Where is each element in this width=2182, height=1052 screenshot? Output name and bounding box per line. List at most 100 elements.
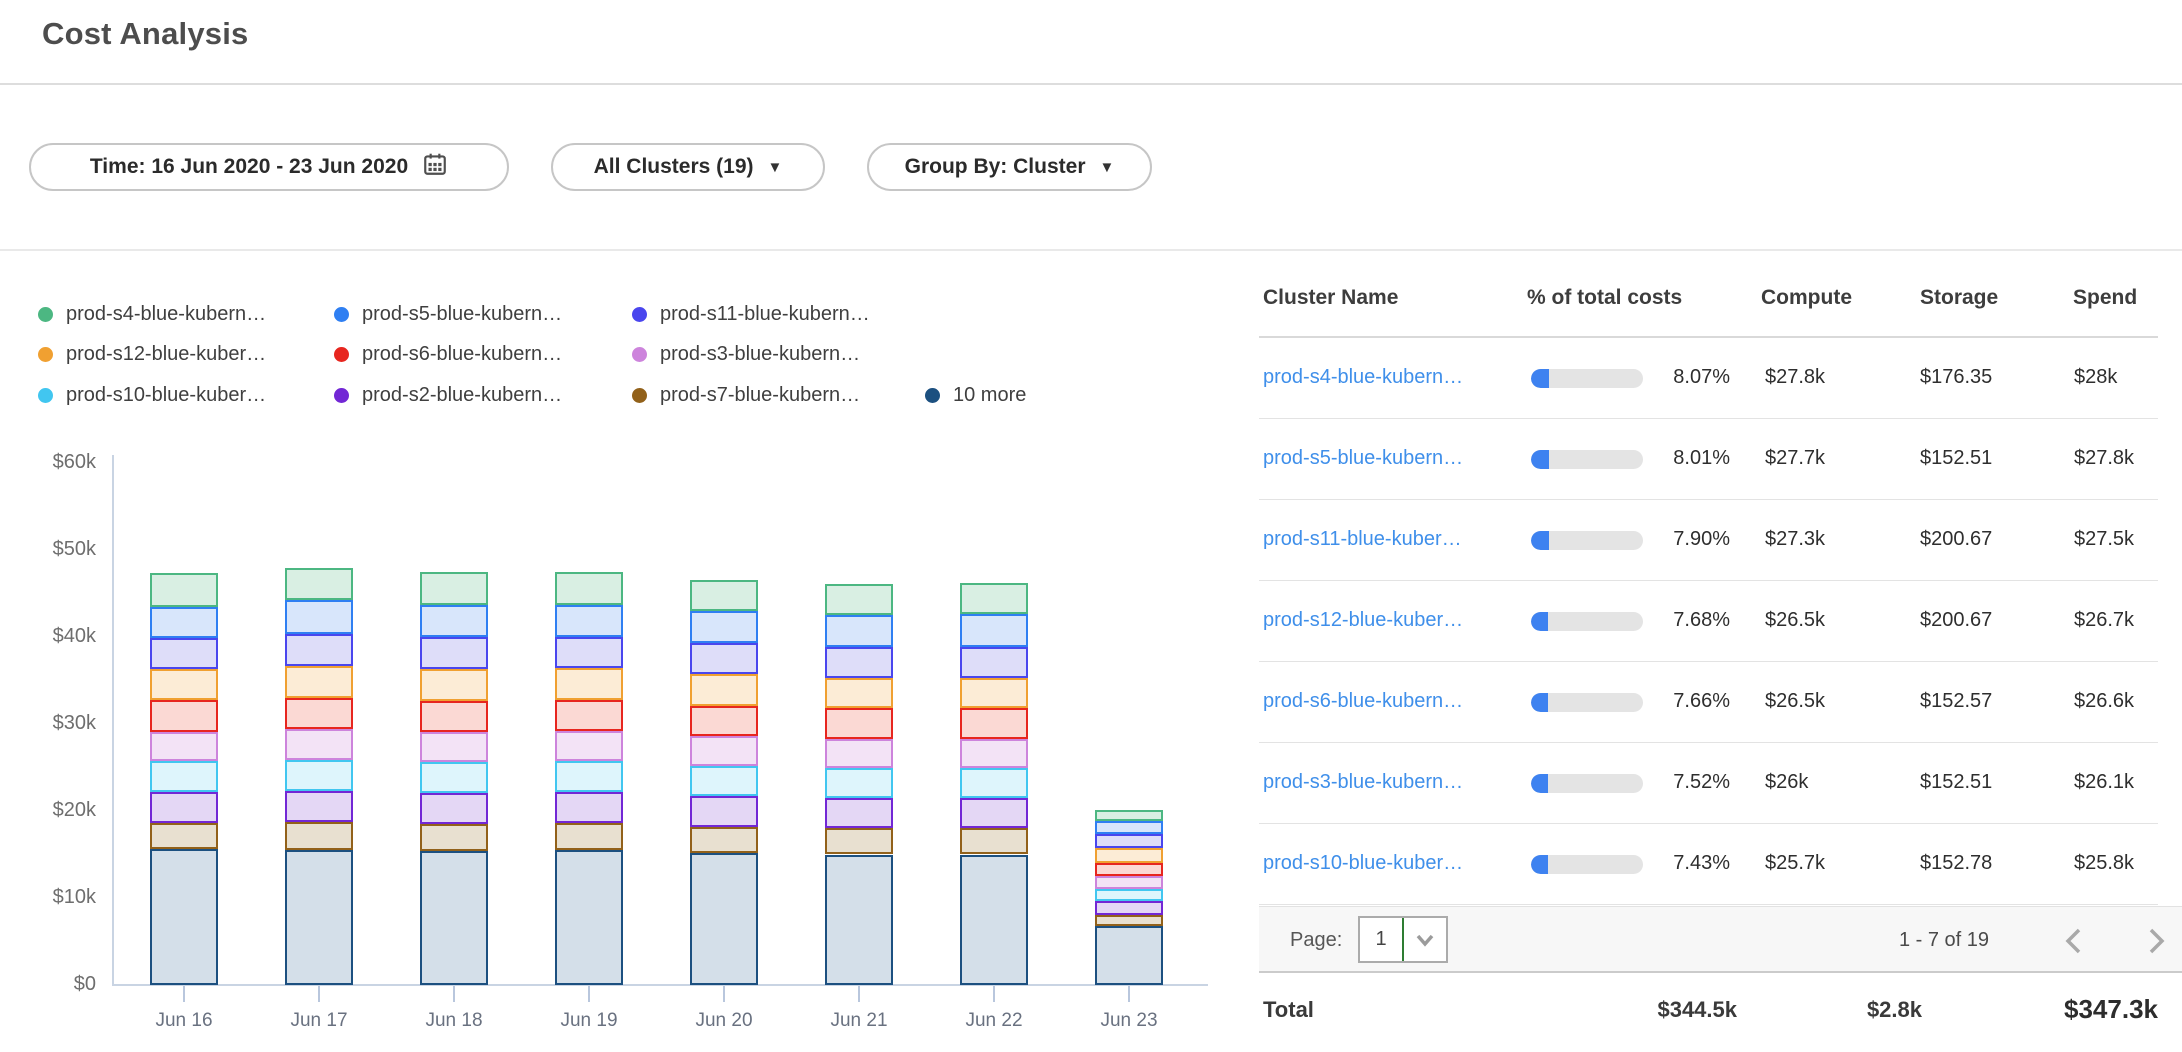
bar-segment[interactable] bbox=[150, 573, 218, 608]
cluster-name-link[interactable]: prod-s5-blue-kubern… bbox=[1263, 447, 1463, 470]
bar-segment[interactable] bbox=[960, 678, 1028, 708]
bar-segment[interactable] bbox=[690, 853, 758, 985]
cluster-name-link[interactable]: prod-s10-blue-kuber… bbox=[1263, 852, 1463, 875]
time-range-filter[interactable]: Time: 16 Jun 2020 - 23 Jun 2020 bbox=[29, 143, 509, 191]
legend-item[interactable]: prod-s6-blue-kubern… bbox=[334, 343, 562, 366]
bar-segment[interactable] bbox=[690, 611, 758, 643]
bar-segment[interactable] bbox=[285, 666, 353, 698]
bar-segment[interactable] bbox=[960, 647, 1028, 678]
bar-segment[interactable] bbox=[960, 768, 1028, 798]
bar-segment[interactable] bbox=[285, 568, 353, 600]
bar-segment[interactable] bbox=[1095, 821, 1163, 835]
bar-segment[interactable] bbox=[1095, 876, 1163, 889]
bar-segment[interactable] bbox=[420, 762, 488, 792]
cluster-name-link[interactable]: prod-s3-blue-kubern… bbox=[1263, 771, 1463, 794]
legend-item[interactable]: prod-s11-blue-kubern… bbox=[632, 303, 870, 326]
bar-segment[interactable] bbox=[420, 669, 488, 700]
bar-segment[interactable] bbox=[420, 793, 488, 824]
bar-segment[interactable] bbox=[825, 855, 893, 986]
bar-segment[interactable] bbox=[555, 850, 623, 985]
bar-segment[interactable] bbox=[285, 791, 353, 822]
bar-segment[interactable] bbox=[690, 580, 758, 611]
bar-segment[interactable] bbox=[960, 739, 1028, 769]
bar-segment[interactable] bbox=[555, 792, 623, 823]
bar-segment[interactable] bbox=[825, 584, 893, 615]
group-by-dropdown[interactable]: Group By: Cluster ▼ bbox=[867, 143, 1152, 191]
legend-item[interactable]: prod-s12-blue-kuber… bbox=[38, 343, 266, 366]
bar-segment[interactable] bbox=[1095, 834, 1163, 848]
cluster-filter-dropdown[interactable]: All Clusters (19) ▼ bbox=[551, 143, 825, 191]
bar-segment[interactable] bbox=[1095, 810, 1163, 820]
bar-segment[interactable] bbox=[555, 823, 623, 850]
bar-segment[interactable] bbox=[150, 638, 218, 669]
bar-segment[interactable] bbox=[555, 572, 623, 605]
bar-segment[interactable] bbox=[825, 708, 893, 738]
prev-page-button[interactable] bbox=[2056, 923, 2092, 959]
legend-item[interactable]: prod-s5-blue-kubern… bbox=[334, 303, 562, 326]
bar-segment[interactable] bbox=[1095, 889, 1163, 901]
bar-segment[interactable] bbox=[555, 700, 623, 731]
bar-segment[interactable] bbox=[690, 736, 758, 766]
cluster-name-link[interactable]: prod-s4-blue-kubern… bbox=[1263, 366, 1463, 389]
bar-segment[interactable] bbox=[420, 637, 488, 669]
bar-segment[interactable] bbox=[285, 600, 353, 633]
bar-segment[interactable] bbox=[1095, 926, 1163, 985]
legend-item[interactable]: prod-s4-blue-kubern… bbox=[38, 303, 266, 326]
bar-segment[interactable] bbox=[150, 700, 218, 732]
cluster-name-link[interactable]: prod-s6-blue-kubern… bbox=[1263, 690, 1463, 713]
bar-segment[interactable] bbox=[960, 614, 1028, 646]
bar-segment[interactable] bbox=[960, 855, 1028, 986]
bar-segment[interactable] bbox=[960, 583, 1028, 614]
bar-segment[interactable] bbox=[1095, 915, 1163, 926]
bar-segment[interactable] bbox=[150, 761, 218, 791]
legend-item[interactable]: prod-s7-blue-kubern… bbox=[632, 384, 860, 407]
bar-segment[interactable] bbox=[420, 605, 488, 637]
bar-segment[interactable] bbox=[825, 647, 893, 678]
bar-segment[interactable] bbox=[150, 669, 218, 699]
legend-item[interactable]: prod-s2-blue-kubern… bbox=[334, 384, 562, 407]
bar-segment[interactable] bbox=[285, 760, 353, 791]
bar-segment[interactable] bbox=[555, 605, 623, 637]
bar-segment[interactable] bbox=[150, 823, 218, 849]
bar-segment[interactable] bbox=[420, 851, 488, 985]
cluster-name-link[interactable]: prod-s12-blue-kuber… bbox=[1263, 609, 1463, 632]
bar-segment[interactable] bbox=[285, 822, 353, 850]
bar-segment[interactable] bbox=[555, 668, 623, 699]
bar-segment[interactable] bbox=[960, 828, 1028, 854]
bar-segment[interactable] bbox=[285, 729, 353, 759]
legend-item[interactable]: prod-s3-blue-kubern… bbox=[632, 343, 860, 366]
bar-segment[interactable] bbox=[150, 607, 218, 637]
bar-segment[interactable] bbox=[1095, 848, 1163, 863]
bar-segment[interactable] bbox=[690, 643, 758, 674]
bar-segment[interactable] bbox=[690, 827, 758, 853]
bar-segment[interactable] bbox=[285, 698, 353, 729]
bar-segment[interactable] bbox=[420, 572, 488, 605]
bar-segment[interactable] bbox=[825, 678, 893, 708]
bar-segment[interactable] bbox=[555, 731, 623, 761]
bar-segment[interactable] bbox=[420, 732, 488, 762]
next-page-button[interactable] bbox=[2138, 923, 2174, 959]
bar-segment[interactable] bbox=[420, 824, 488, 851]
bar-segment[interactable] bbox=[825, 768, 893, 798]
page-select[interactable]: 1 bbox=[1358, 916, 1448, 963]
bar-segment[interactable] bbox=[825, 828, 893, 854]
bar-segment[interactable] bbox=[285, 850, 353, 985]
legend-item[interactable]: prod-s10-blue-kuber… bbox=[38, 384, 266, 407]
bar-segment[interactable] bbox=[555, 761, 623, 791]
bar-segment[interactable] bbox=[1095, 901, 1163, 914]
bar-segment[interactable] bbox=[960, 798, 1028, 828]
bar-segment[interactable] bbox=[690, 706, 758, 736]
bar-segment[interactable] bbox=[420, 701, 488, 732]
bar-segment[interactable] bbox=[1095, 863, 1163, 876]
bar-segment[interactable] bbox=[285, 634, 353, 666]
bar-segment[interactable] bbox=[555, 637, 623, 668]
bar-segment[interactable] bbox=[825, 615, 893, 646]
bar-segment[interactable] bbox=[150, 732, 218, 762]
bar-segment[interactable] bbox=[690, 674, 758, 705]
bar-segment[interactable] bbox=[960, 708, 1028, 738]
bar-segment[interactable] bbox=[150, 792, 218, 823]
bar-segment[interactable] bbox=[690, 766, 758, 796]
bar-segment[interactable] bbox=[690, 796, 758, 826]
bar-segment[interactable] bbox=[825, 739, 893, 769]
bar-segment[interactable] bbox=[825, 798, 893, 828]
